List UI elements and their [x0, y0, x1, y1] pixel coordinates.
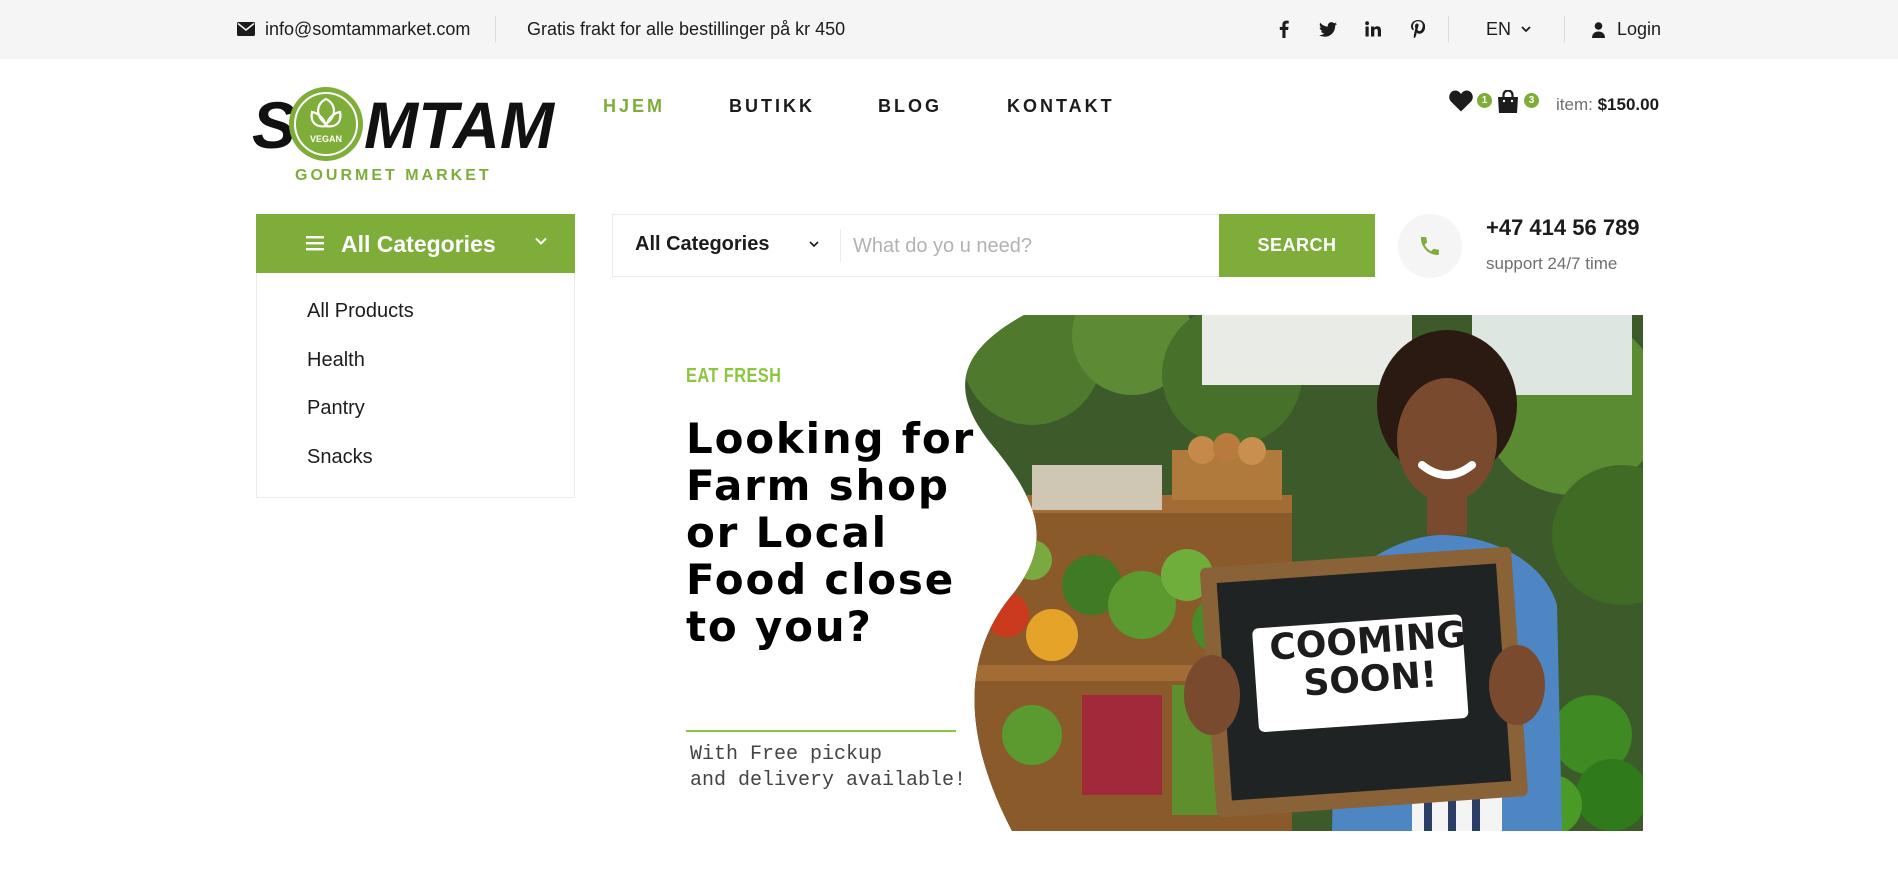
hero-eyebrow: EAT FRESH — [686, 365, 782, 387]
divider — [840, 229, 841, 262]
cart-total-label: item: — [1556, 95, 1593, 114]
divider — [1564, 16, 1565, 42]
chevron-down-icon — [535, 237, 547, 245]
category-all-products[interactable]: All Products — [307, 300, 414, 323]
category-health[interactable]: Health — [307, 349, 365, 372]
support-hours: support 24/7 time — [1486, 254, 1618, 273]
cart-button[interactable] — [1497, 89, 1519, 118]
email-text: info@somtammarket.com — [265, 18, 471, 39]
nav-butikk[interactable]: BUTIKK — [729, 96, 815, 117]
cart-total-value: $150.00 — [1597, 95, 1660, 114]
nav-blog[interactable]: BLOG — [878, 96, 942, 117]
email-link[interactable]: info@somtammarket.com — [237, 19, 470, 39]
logo-tagline: GOURMET MARKET — [295, 167, 492, 184]
cart-total[interactable]: item: $150.00 — [1556, 95, 1659, 115]
language-selector[interactable]: EN — [1486, 19, 1531, 40]
hero-subtext-line-1: With Free pickup — [690, 743, 883, 766]
hero-divider — [686, 730, 956, 732]
facebook-icon[interactable] — [1274, 19, 1294, 39]
envelope-icon — [237, 22, 255, 36]
search-category-label: All Categories — [635, 233, 770, 255]
login-link[interactable]: Login — [1592, 19, 1661, 40]
hamburger-icon — [306, 236, 324, 251]
divider — [1448, 16, 1449, 42]
hero-subtext-line-2: and delivery available! — [690, 769, 967, 792]
chevron-down-icon — [1521, 26, 1531, 33]
login-label: Login — [1617, 19, 1662, 39]
all-categories-toggle[interactable]: All Categories — [256, 214, 575, 273]
user-icon — [1592, 21, 1605, 38]
hero-banner[interactable]: EAT FRESH Looking for Farm shop or Local… — [612, 315, 1643, 831]
hero-headline: Looking for Farm shop or Local Food clos… — [686, 414, 976, 651]
logo-graphic: S VEGAN MTAM GOURMET MARKET — [252, 87, 556, 184]
phone-icon-circle — [1398, 214, 1462, 278]
logo-badge-text: VEGAN — [310, 134, 342, 144]
logo-wordmark: MTAM — [364, 88, 556, 162]
phone-number[interactable]: +47 414 56 789 — [1486, 215, 1640, 241]
chevron-down-icon — [809, 241, 819, 248]
divider — [495, 16, 496, 42]
linkedin-icon[interactable] — [1363, 19, 1383, 39]
shopping-bag-icon — [1498, 89, 1518, 113]
heart-icon — [1449, 90, 1473, 112]
wishlist-button[interactable] — [1449, 90, 1473, 117]
wishlist-count-badge: 1 — [1477, 93, 1492, 108]
categories-title: All Categories — [341, 231, 496, 257]
search-bar: All Categories SEARCH — [612, 214, 1375, 277]
cart-count-badge: 3 — [1524, 93, 1539, 108]
search-input[interactable] — [853, 229, 1203, 263]
nav-kontakt[interactable]: KONTAKT — [1007, 96, 1115, 117]
nav-hjem[interactable]: HJEM — [603, 96, 665, 117]
language-label: EN — [1486, 19, 1512, 39]
search-button[interactable]: SEARCH — [1219, 214, 1375, 277]
pinterest-icon[interactable] — [1408, 19, 1428, 39]
hero-sign-text: COOMING SOON! — [1268, 614, 1468, 705]
hero-subtext: With Free pickup and delivery available! — [690, 742, 966, 794]
phone-icon — [1421, 237, 1439, 255]
category-pantry[interactable]: Pantry — [307, 397, 365, 420]
shipping-notice: Gratis frakt for alle bestillinger på kr… — [527, 19, 846, 39]
category-list: All Products Health Pantry Snacks — [256, 273, 575, 498]
topbar: info@somtammarket.com Gratis frakt for a… — [0, 0, 1898, 59]
category-snacks[interactable]: Snacks — [307, 446, 373, 469]
site-logo[interactable]: S VEGAN MTAM GOURMET MARKET — [252, 84, 557, 186]
twitter-icon[interactable] — [1318, 19, 1338, 39]
